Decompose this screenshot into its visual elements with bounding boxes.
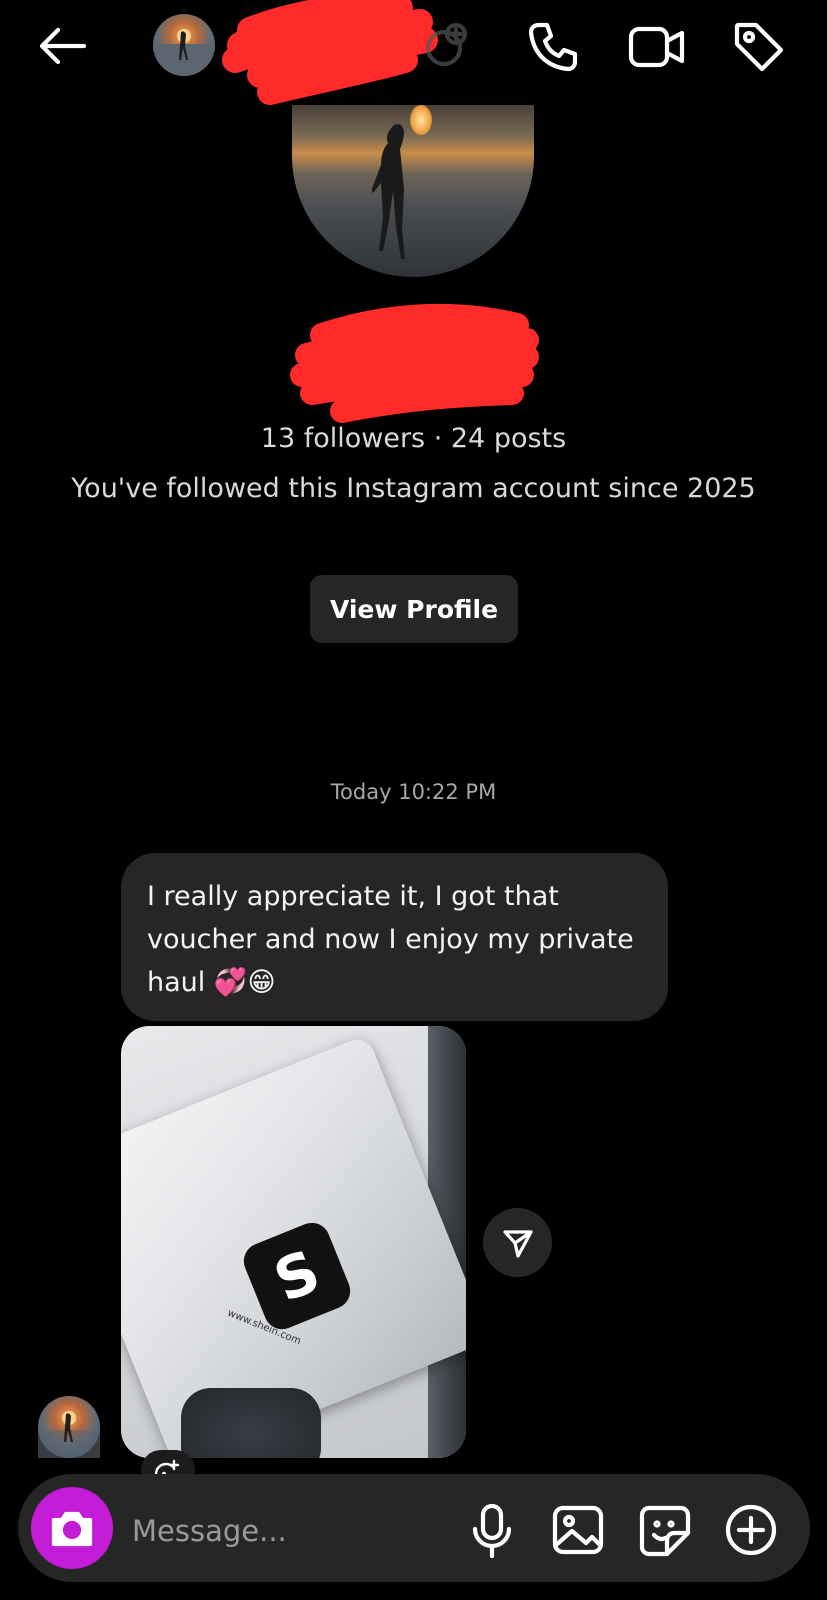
redacted-display-name — [290, 303, 539, 423]
camera-button[interactable] — [31, 1487, 113, 1569]
video-camera-icon — [628, 26, 685, 68]
message-text: I really appreciate it, I got that vouch… — [147, 881, 634, 998]
sender-avatar[interactable] — [38, 1396, 100, 1458]
redacted-username — [222, 0, 438, 105]
header-avatar[interactable] — [153, 14, 215, 76]
gallery-icon — [552, 1505, 604, 1555]
video-call-button[interactable] — [622, 18, 692, 76]
brand-letter: S — [264, 1236, 330, 1316]
message-timestamp: Today 10:22 PM — [330, 780, 497, 804]
avatar-image — [153, 29, 215, 76]
view-profile-button[interactable]: View Profile — [310, 575, 518, 643]
add-people-icon — [425, 22, 468, 67]
phone-icon — [528, 22, 578, 72]
tag-button[interactable] — [728, 16, 790, 78]
voice-message-button[interactable] — [466, 1500, 518, 1562]
back-arrow-icon — [39, 27, 87, 65]
followers-posts-count: 13 followers · 24 posts — [260, 423, 567, 454]
sticker-button[interactable] — [634, 1500, 696, 1562]
profile-photo[interactable] — [292, 105, 534, 277]
microphone-icon — [472, 1503, 512, 1559]
tag-icon — [734, 22, 784, 72]
sticker-icon — [639, 1505, 691, 1557]
share-button[interactable] — [483, 1208, 552, 1277]
more-options-button[interactable] — [719, 1498, 783, 1562]
sender-avatar-image — [38, 1411, 100, 1458]
follow-since-text: You've followed this Instagram account s… — [0, 468, 827, 509]
back-button[interactable] — [30, 18, 94, 74]
profile-photo-figure — [372, 124, 405, 259]
gallery-button[interactable] — [547, 1500, 609, 1560]
add-people-button[interactable] — [420, 20, 472, 72]
follow-since-label: You've followed this Instagram account s… — [71, 473, 756, 504]
voice-call-button[interactable] — [522, 16, 584, 78]
received-message-bubble[interactable]: I really appreciate it, I got that vouch… — [121, 853, 668, 1021]
send-icon — [502, 1229, 533, 1258]
camera-icon — [51, 1511, 93, 1547]
plus-icon — [725, 1504, 777, 1556]
message-input[interactable] — [130, 1502, 434, 1560]
